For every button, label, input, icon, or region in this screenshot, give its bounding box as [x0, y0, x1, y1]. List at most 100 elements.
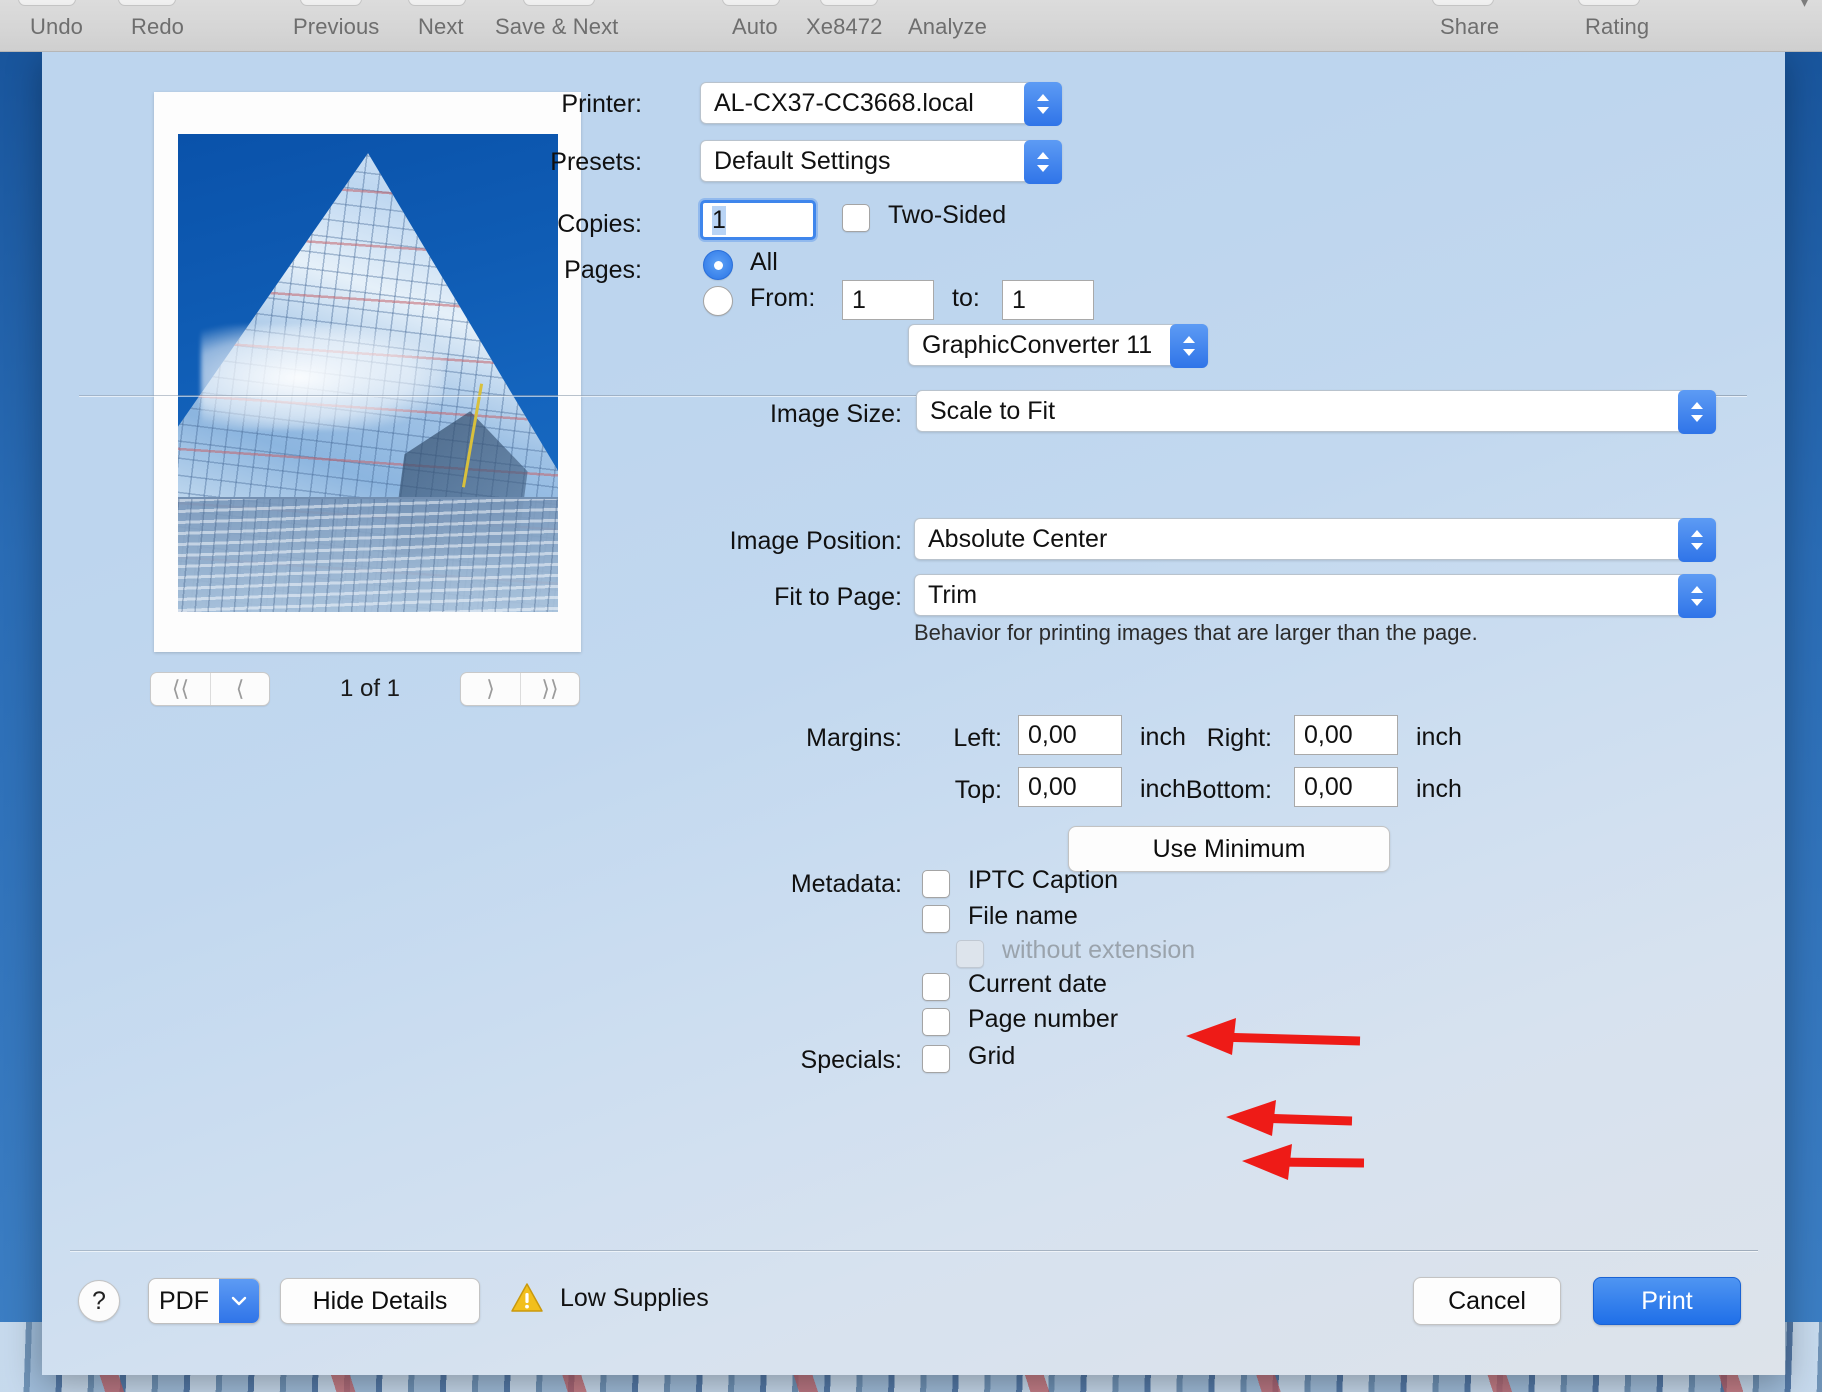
- pages-from-value: 1: [852, 285, 866, 314]
- pager-previous-button[interactable]: ⟨: [210, 673, 269, 705]
- toolbar-item-share[interactable]: Share: [1440, 14, 1499, 40]
- margin-left-input[interactable]: 0,00: [1018, 715, 1122, 755]
- help-button[interactable]: ?: [78, 1280, 120, 1322]
- app-toolbar: ▾ Undo Redo Previous Next Save & Next Auto Xe8…: [0, 0, 1822, 52]
- margin-left-label: Left:: [953, 724, 1002, 752]
- fit-to-page-value: Trim: [928, 580, 978, 609]
- toolbar-button-stub-2[interactable]: [300, 0, 362, 6]
- toolbar-item-auto[interactable]: Auto: [732, 14, 778, 40]
- margins-label: Margins:: [806, 724, 902, 752]
- metadata-current-date-checkbox[interactable]: [922, 973, 950, 1001]
- preview-image-thumbnail: [178, 134, 558, 612]
- image-size-label: Image Size:: [769, 400, 902, 428]
- toolbar-button-stub-3[interactable]: [408, 0, 466, 6]
- printer-label: Printer:: [561, 90, 642, 118]
- toolbar-item-previous[interactable]: Previous: [293, 14, 379, 40]
- metadata-label: Metadata:: [790, 870, 902, 898]
- toolbar-item-next[interactable]: Next: [418, 14, 464, 40]
- image-position-value: Absolute Center: [928, 524, 1108, 553]
- toolbar-button-stub-9[interactable]: [1578, 0, 1640, 6]
- image-position-stepper-icon[interactable]: [1678, 518, 1716, 562]
- printer-value: AL-CX37-CC3668.local: [714, 88, 974, 117]
- metadata-page-number-checkbox[interactable]: [922, 1008, 950, 1036]
- image-position-select[interactable]: Absolute Center: [914, 518, 1716, 562]
- margin-bottom-value: 0,00: [1304, 772, 1353, 801]
- preview-pager: ⟨⟨ ⟨ 1 of 1 ⟩ ⟩⟩: [150, 672, 590, 706]
- toolbar-item-undo[interactable]: Undo: [30, 14, 83, 40]
- presets-value: Default Settings: [714, 146, 891, 175]
- dialog-footer: ? PDF Hide Details Low Supplies Cancel P…: [42, 1250, 1785, 1375]
- preview-podium-canopy: [178, 497, 558, 612]
- metadata-file-name-checkbox[interactable]: [922, 905, 950, 933]
- pages-label: Pages:: [564, 256, 642, 284]
- margin-bottom-unit: inch: [1416, 775, 1462, 803]
- metadata-without-extension-label: without extension: [1002, 936, 1196, 964]
- printer-select[interactable]: AL-CX37-CC3668.local: [700, 82, 1062, 126]
- toolbar-button-stub-4[interactable]: [523, 0, 595, 6]
- toolbar-button-stub-0[interactable]: [18, 0, 76, 6]
- two-sided-checkbox[interactable]: [842, 204, 870, 232]
- toolbar-item-redo[interactable]: Redo: [131, 14, 184, 40]
- specials-grid-checkbox[interactable]: [922, 1045, 950, 1073]
- print-module-select[interactable]: GraphicConverter 11: [908, 324, 1208, 368]
- pages-to-input[interactable]: 1: [1002, 280, 1094, 320]
- toolbar-button-stub-1[interactable]: [118, 0, 176, 6]
- print-dialog: ⟨⟨ ⟨ 1 of 1 ⟩ ⟩⟩ Printer: AL-CX37-CC3668…: [42, 52, 1785, 1375]
- pages-all-label: All: [750, 248, 778, 276]
- specials-label: Specials:: [800, 1046, 902, 1074]
- pages-range-radio[interactable]: [703, 286, 733, 316]
- low-supplies-status: Low Supplies: [560, 1284, 709, 1312]
- presets-label: Presets:: [550, 148, 642, 176]
- margin-right-input[interactable]: 0,00: [1294, 715, 1398, 755]
- metadata-without-extension-checkbox[interactable]: [956, 940, 984, 968]
- toolbar-overflow-caret[interactable]: ▾: [1801, 0, 1808, 11]
- pager-first-button[interactable]: ⟨⟨: [151, 673, 210, 705]
- pdf-label: PDF: [159, 1286, 209, 1315]
- toolbar-item-rating[interactable]: Rating: [1585, 14, 1649, 40]
- pages-from-input[interactable]: 1: [842, 280, 934, 320]
- metadata-file-name-label: File name: [968, 902, 1078, 930]
- hide-details-button[interactable]: Hide Details: [280, 1278, 480, 1324]
- image-size-select[interactable]: Scale to Fit: [916, 390, 1716, 434]
- margin-right-value: 0,00: [1304, 720, 1353, 749]
- metadata-iptc-caption-checkbox[interactable]: [922, 870, 950, 898]
- margin-top-value: 0,00: [1028, 772, 1077, 801]
- metadata-iptc-caption-label: IPTC Caption: [968, 866, 1119, 894]
- chevron-down-icon[interactable]: [219, 1279, 259, 1323]
- margin-left-value: 0,00: [1028, 720, 1077, 749]
- toolbar-button-stub-6[interactable]: [820, 0, 878, 6]
- copies-label: Copies:: [557, 210, 642, 238]
- pager-next-button[interactable]: ⟩: [461, 673, 520, 705]
- margin-right-unit: inch: [1416, 723, 1462, 751]
- image-size-value: Scale to Fit: [930, 396, 1056, 425]
- presets-stepper-icon[interactable]: [1024, 140, 1062, 184]
- specials-grid-label: Grid: [968, 1042, 1016, 1070]
- fit-to-page-select[interactable]: Trim: [914, 574, 1716, 618]
- printer-stepper-icon[interactable]: [1024, 82, 1062, 126]
- metadata-current-date-label: Current date: [968, 970, 1107, 998]
- print-module-stepper-icon[interactable]: [1170, 324, 1208, 368]
- cancel-button[interactable]: Cancel: [1413, 1277, 1561, 1325]
- pdf-menu-button[interactable]: PDF: [148, 1278, 260, 1324]
- fit-to-page-hint: Behavior for printing images that are la…: [914, 620, 1478, 645]
- toolbar-item-save-next[interactable]: Save & Next: [495, 14, 618, 40]
- toolbar-item-analyze[interactable]: Analyze: [908, 14, 987, 40]
- copies-value: 1: [712, 205, 726, 235]
- print-module-value: GraphicConverter 11: [922, 330, 1153, 359]
- presets-select[interactable]: Default Settings: [700, 140, 1062, 184]
- fit-to-page-stepper-icon[interactable]: [1678, 574, 1716, 618]
- toolbar-button-stub-8[interactable]: [1432, 0, 1494, 6]
- pages-all-radio[interactable]: [703, 250, 733, 280]
- margin-top-label: Top:: [954, 776, 1002, 804]
- toolbar-button-stub-5[interactable]: [722, 0, 780, 6]
- image-position-label: Image Position:: [729, 527, 902, 555]
- preview-cloud-reflection: [200, 325, 444, 431]
- image-size-stepper-icon[interactable]: [1678, 390, 1716, 434]
- copies-input[interactable]: 1: [700, 200, 816, 240]
- toolbar-item-xe8472[interactable]: Xe8472: [806, 14, 882, 40]
- pages-from-label: From:: [750, 284, 816, 312]
- margin-right-label: Right:: [1206, 724, 1272, 752]
- pager-last-button[interactable]: ⟩⟩: [520, 673, 579, 705]
- print-button[interactable]: Print: [1593, 1277, 1741, 1325]
- margin-bottom-input[interactable]: 0,00: [1294, 767, 1398, 807]
